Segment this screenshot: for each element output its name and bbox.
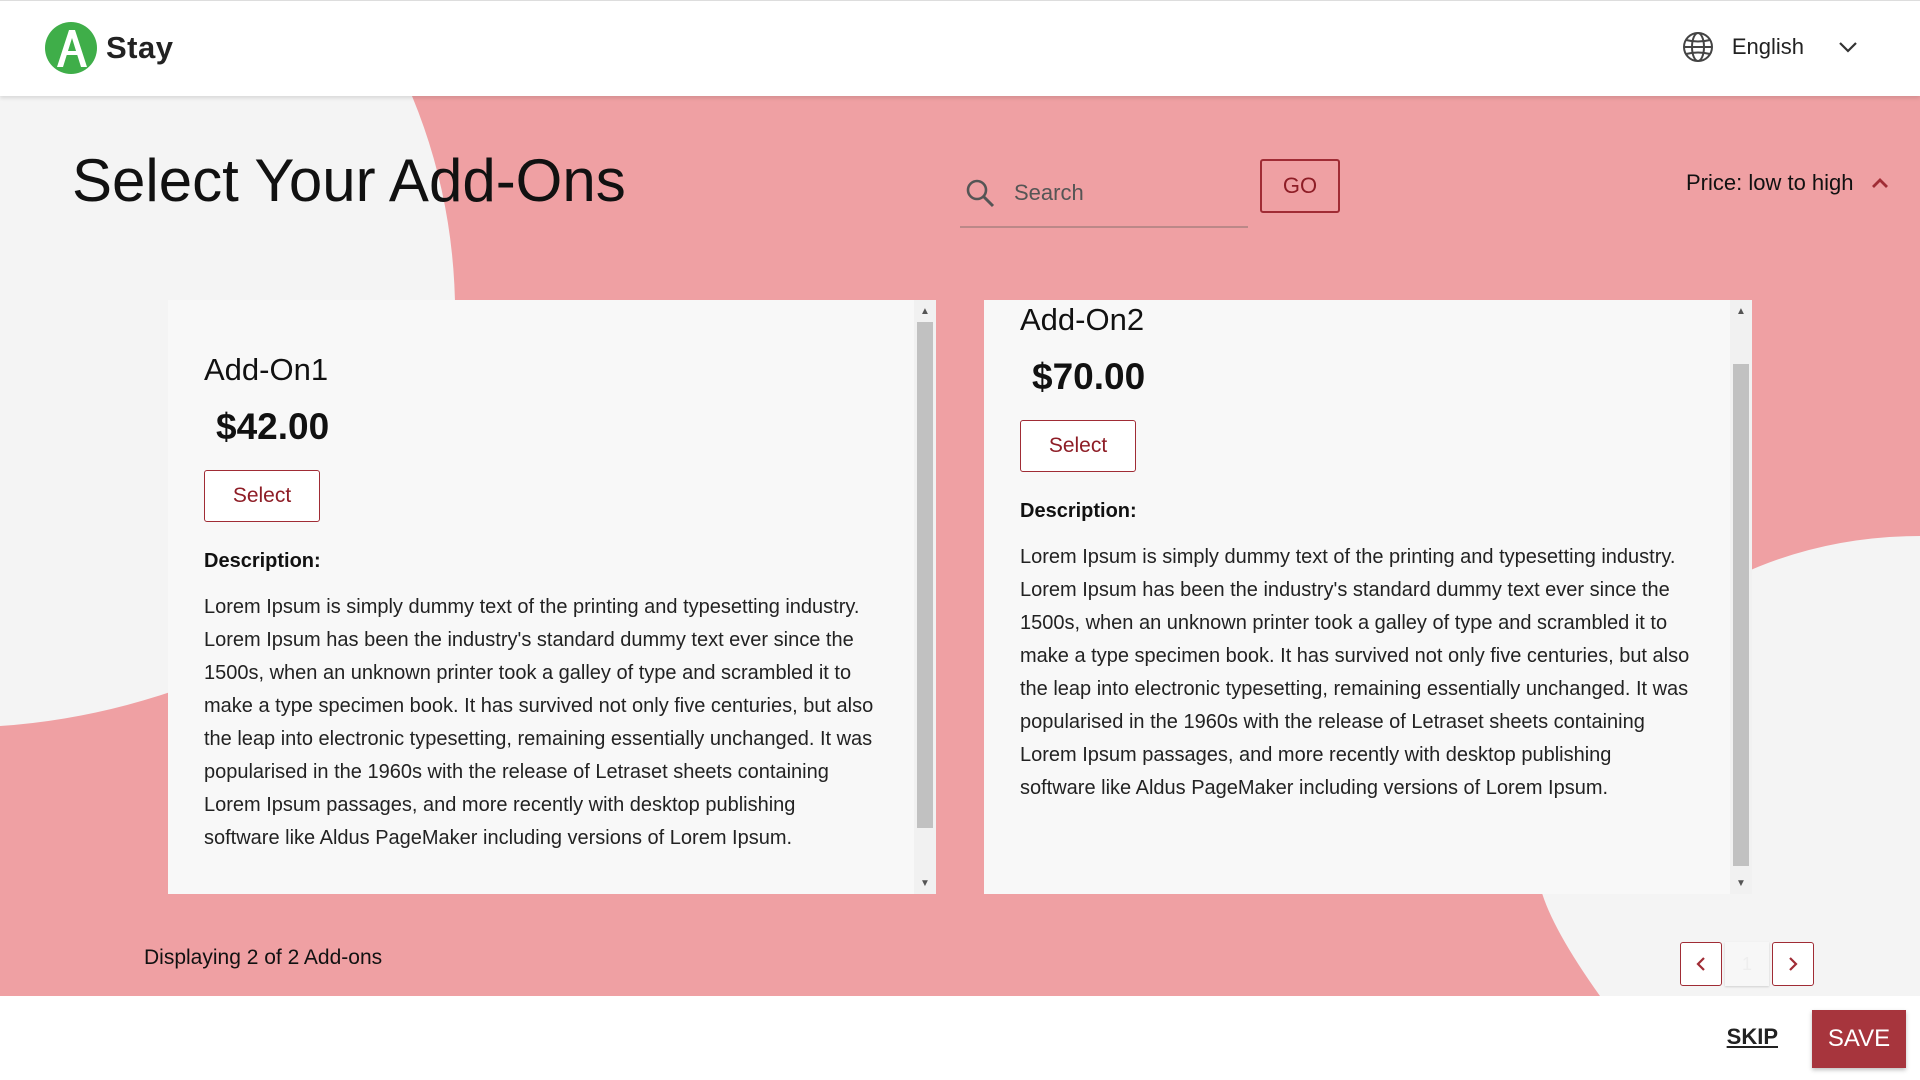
- addon-description: Lorem Ipsum is simply dummy text of the …: [204, 596, 874, 849]
- pagination: 1: [1680, 942, 1814, 986]
- chevron-right-icon: [1789, 957, 1798, 971]
- scroll-up-arrow-icon[interactable]: ▲: [1730, 302, 1752, 320]
- language-label: English: [1731, 34, 1804, 59]
- select-addon-button[interactable]: Select: [204, 470, 320, 522]
- search-icon: [966, 179, 995, 208]
- bottom-action-bar: SKIP SAVE: [0, 996, 1920, 1080]
- sort-dropdown[interactable]: Price: low to high: [1686, 170, 1892, 196]
- skip-link[interactable]: SKIP: [1727, 1024, 1778, 1050]
- addon-price: $70.00: [1032, 356, 1146, 397]
- scroll-down-arrow-icon[interactable]: ▼: [914, 874, 936, 892]
- addon-description: Lorem Ipsum is simply dummy text of the …: [1020, 546, 1690, 799]
- card-scrollbar[interactable]: ▲ ▼: [1730, 300, 1752, 894]
- language-selector[interactable]: English: [1682, 31, 1860, 63]
- addon-price: $42.00: [216, 406, 330, 447]
- scroll-down-arrow-icon[interactable]: ▼: [1730, 874, 1752, 892]
- addon-name: Add-On2: [1020, 302, 1145, 337]
- addon-card: Add-On1 $42.00 Select Description: Lorem…: [168, 300, 936, 894]
- chevron-left-icon: [1696, 957, 1705, 971]
- top-header: Stay English: [0, 0, 1920, 96]
- search-box: [960, 160, 1248, 228]
- chevron-up-icon: [1871, 178, 1888, 188]
- save-button[interactable]: SAVE: [1812, 1010, 1906, 1068]
- current-page-number[interactable]: 1: [1725, 942, 1769, 986]
- description-label: Description:: [204, 550, 321, 572]
- next-page-button[interactable]: [1772, 942, 1814, 986]
- addon-card: Add-On2 $70.00 Select Description: Lorem…: [984, 300, 1752, 894]
- card-scrollbar[interactable]: ▲ ▼: [914, 300, 936, 894]
- sort-label: Price: low to high: [1686, 170, 1854, 195]
- chevron-down-icon: [1839, 42, 1857, 53]
- go-button[interactable]: GO: [1260, 159, 1340, 213]
- page-title: Select Your Add-Ons: [72, 147, 626, 214]
- scroll-thumb[interactable]: [1733, 364, 1749, 866]
- brand-name: Stay: [106, 30, 174, 65]
- addon-name: Add-On1: [204, 352, 329, 387]
- brand-logo-icon: [45, 22, 97, 74]
- search-input[interactable]: [1014, 180, 1234, 206]
- scroll-up-arrow-icon[interactable]: ▲: [914, 302, 936, 320]
- previous-page-button[interactable]: [1680, 942, 1722, 986]
- brand-logo-group[interactable]: Stay: [44, 21, 173, 75]
- globe-icon: [1682, 32, 1713, 62]
- results-count: Displaying 2 of 2 Add-ons: [144, 946, 383, 969]
- select-addon-button[interactable]: Select: [1020, 420, 1136, 472]
- scroll-thumb[interactable]: [917, 322, 933, 828]
- description-label: Description:: [1020, 500, 1137, 522]
